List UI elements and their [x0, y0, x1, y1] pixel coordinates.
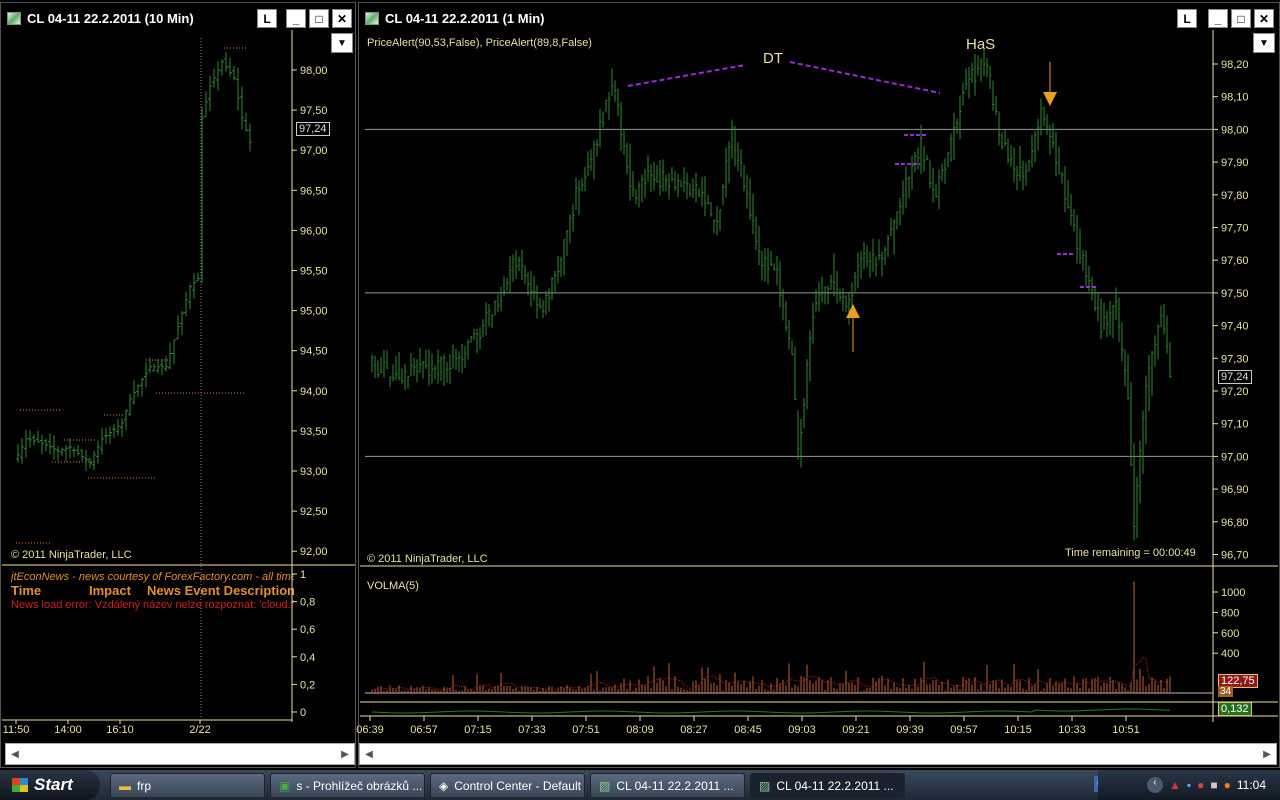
task-label: CL 04-11 22.2.2011 ...: [616, 778, 734, 793]
taskbar-item-chart-1min[interactable]: ▨ CL 04-11 22.2.2011 ...: [750, 773, 905, 798]
clock: 11:04: [1236, 778, 1266, 792]
news-header: jtEconNews - news courtesy of ForexFacto…: [11, 571, 294, 583]
scroll-left-icon[interactable]: ◀: [360, 744, 378, 764]
scroll-right-icon[interactable]: ▶: [1258, 744, 1276, 764]
close-button[interactable]: ✕: [1254, 9, 1274, 28]
annotation-has: HaS: [966, 36, 996, 53]
lower-indicator-tag: 0,132: [1218, 702, 1252, 716]
chart-window-10min: CL 04-11 22.2.2011 (10 Min) L _ □ ✕ ▼ © …: [0, 2, 356, 768]
maximize-button[interactable]: □: [1231, 9, 1251, 28]
news-col-description[interactable]: News Event Description: [147, 583, 294, 598]
scroll-left-icon[interactable]: ◀: [6, 744, 24, 764]
chart-dropdown[interactable]: ▼: [1253, 33, 1275, 53]
system-tray: ‹ ▲ ▪ ● ■ ● 11:04: [1098, 770, 1280, 800]
last-price-tag: 97,24: [296, 122, 330, 136]
tray-orange-icon[interactable]: ●: [1224, 778, 1231, 792]
annotation-dt: DT: [763, 50, 783, 67]
task-label: Control Center - Default: [454, 778, 581, 793]
taskbar-item-chart-10min[interactable]: ▨ CL 04-11 22.2.2011 ...: [590, 773, 745, 798]
tray-expand-icon[interactable]: ‹: [1146, 777, 1163, 793]
network-icon[interactable]: ▪: [1187, 778, 1191, 792]
taskbar-item-folder[interactable]: ▬ frp: [110, 773, 265, 798]
scroll-right-icon[interactable]: ▶: [336, 744, 354, 764]
task-label: s - Prohlížeč obrázků ...: [296, 778, 423, 793]
chart-icon: ▨: [599, 778, 611, 793]
link-button[interactable]: L: [1177, 9, 1197, 28]
news-error: News load error: Vzdálený název nelze ro…: [11, 599, 294, 611]
close-button[interactable]: ✕: [332, 9, 352, 28]
image-icon: ▣: [279, 778, 291, 793]
taskbar-item-image-viewer[interactable]: ▣ s - Prohlížeč obrázků ...: [270, 773, 425, 798]
link-button[interactable]: L: [257, 9, 277, 28]
taskbar-item-control-center[interactable]: ◈ Control Center - Default: [430, 773, 585, 798]
chart-window-1min: CL 04-11 22.2.2011 (1 Min) L _ □ ✕ ▼ Pri…: [358, 2, 1280, 768]
volume-value-tag: 34: [1218, 686, 1234, 697]
ninjatrader-icon: ◈: [439, 778, 449, 793]
chart-app-icon: [7, 11, 21, 25]
chart-app-icon: [365, 11, 379, 25]
chart-dropdown[interactable]: ▼: [331, 33, 353, 53]
minimize-button[interactable]: _: [286, 9, 306, 28]
time-remaining: Time remaining = 00:00:49: [1065, 547, 1196, 559]
minimize-button[interactable]: _: [1208, 9, 1228, 28]
task-label: frp: [137, 778, 152, 793]
maximize-button[interactable]: □: [309, 9, 329, 28]
taskbar: Start ▬ frp ▣ s - Prohlížeč obrázků ... ◈ C…: [0, 770, 1280, 800]
horizontal-scrollbar[interactable]: ◀ ▶: [5, 743, 355, 765]
window-title: CL 04-11 22.2.2011 (10 Min): [27, 10, 194, 26]
start-button[interactable]: Start: [0, 770, 100, 800]
last-price-tag: 97,24: [1218, 370, 1252, 384]
start-label: Start: [34, 775, 73, 794]
task-label: CL 04-11 22.2.2011 ...: [776, 778, 894, 793]
copyright: © 2011 NinjaTrader, LLC: [367, 553, 488, 565]
windows-logo-icon: [12, 778, 28, 792]
news-col-time[interactable]: Time: [11, 583, 41, 598]
chart-icon: ▨: [759, 778, 771, 793]
title-bar[interactable]: CL 04-11 22.2.2011 (1 Min): [359, 3, 1279, 33]
window-title: CL 04-11 22.2.2011 (1 Min): [385, 10, 545, 26]
folder-icon: ▬: [119, 778, 131, 793]
antivirus-icon[interactable]: ●: [1197, 778, 1204, 792]
copyright: © 2011 NinjaTrader, LLC: [11, 549, 132, 561]
volma-label: VOLMA(5): [367, 580, 419, 592]
news-col-impact[interactable]: Impact: [89, 583, 131, 598]
indicator-label: PriceAlert(90,53,False), PriceAlert(89,8…: [367, 37, 592, 49]
tray-app-icon[interactable]: ▲: [1169, 778, 1181, 792]
security-icon[interactable]: ■: [1210, 778, 1217, 792]
horizontal-scrollbar[interactable]: ◀ ▶: [359, 743, 1277, 765]
